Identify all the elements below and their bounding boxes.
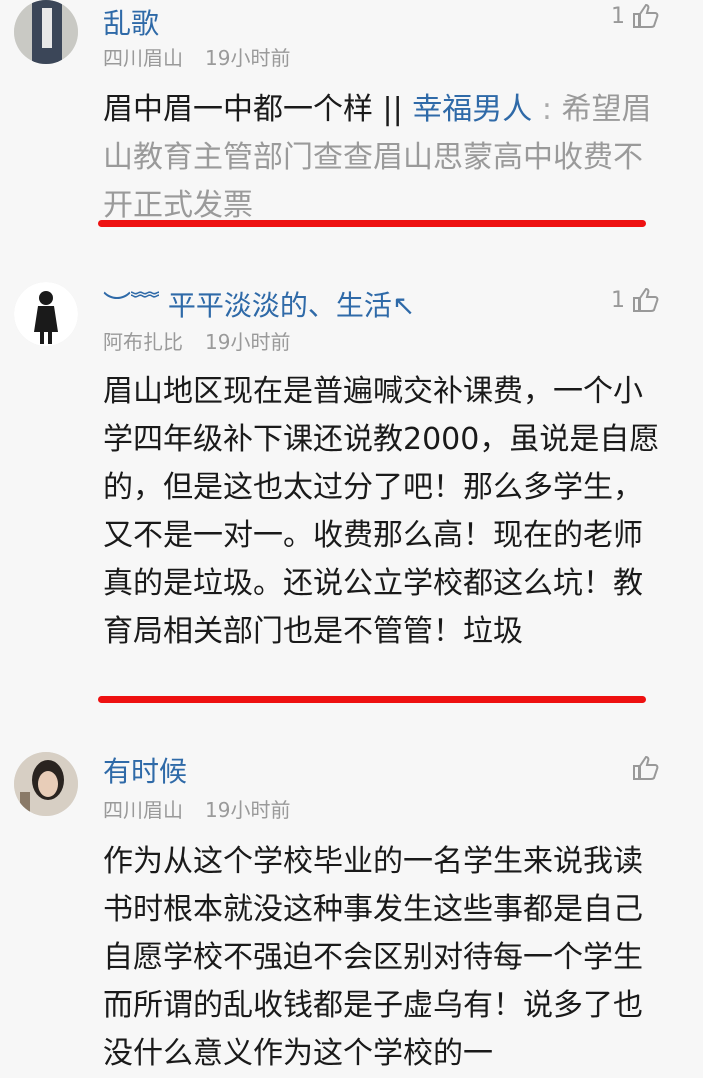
username[interactable]: ︶﹌ 平平淡淡的、生活↖ [103, 284, 415, 324]
comment-meta: 阿布扎比 19小时前 [103, 326, 290, 355]
thumbs-up-icon [633, 3, 659, 28]
reply-username[interactable]: 幸福男人 [412, 92, 532, 127]
red-underline [98, 696, 646, 703]
thumbs-up-icon [633, 755, 659, 780]
reply-separator: : [532, 92, 562, 127]
like-count: 1 [611, 287, 625, 313]
like-button[interactable] [625, 754, 659, 782]
avatar[interactable] [14, 752, 78, 816]
red-underline [98, 220, 646, 227]
comment-body: 眉中眉一中都一个样 || [103, 92, 413, 127]
like-button[interactable]: 1 [611, 2, 659, 30]
username[interactable]: 有时候 [103, 750, 187, 790]
comment-item: 乱歌 1 四川眉山 19小时前 眉中眉一中都一个样 || 幸福男人 : 希望眉山教… [0, 0, 703, 240]
avatar[interactable] [14, 0, 78, 64]
comment-meta: 四川眉山 19小时前 [103, 42, 290, 71]
location: 四川眉山 [103, 46, 183, 70]
comment-item: ︶﹌ 平平淡淡的、生活↖ 1 阿布扎比 19小时前 眉山地区现在是普遍喊交补课费，… [0, 270, 703, 710]
timestamp: 19小时前 [205, 798, 291, 822]
username[interactable]: 乱歌 [103, 2, 159, 42]
location: 四川眉山 [103, 798, 183, 822]
like-button[interactable]: 1 [611, 286, 659, 314]
timestamp: 19小时前 [205, 330, 291, 354]
comment-meta: 四川眉山 19小时前 [103, 794, 290, 823]
like-count: 1 [611, 3, 625, 29]
comment-text: 眉山地区现在是普遍喊交补课费，一个小学四年级补下课还说教2000，虽说是自愿的，… [103, 374, 660, 649]
timestamp: 19小时前 [205, 46, 291, 70]
avatar[interactable] [14, 282, 78, 346]
comment-text: 作为从这个学校毕业的一名学生来说我读书时根本就没这种事发生这些事都是自己自愿学校… [103, 844, 643, 1071]
comment-item: 有时候 四川眉山 19小时前 作为从这个学校毕业的一名学生来说我读书时根本就没这种… [0, 740, 703, 1071]
comment-text: 眉中眉一中都一个样 || 幸福男人 : 希望眉山教育主管部门查查眉山思蒙高中收费… [103, 86, 663, 230]
thumbs-up-icon [633, 287, 659, 312]
location: 阿布扎比 [103, 330, 183, 354]
